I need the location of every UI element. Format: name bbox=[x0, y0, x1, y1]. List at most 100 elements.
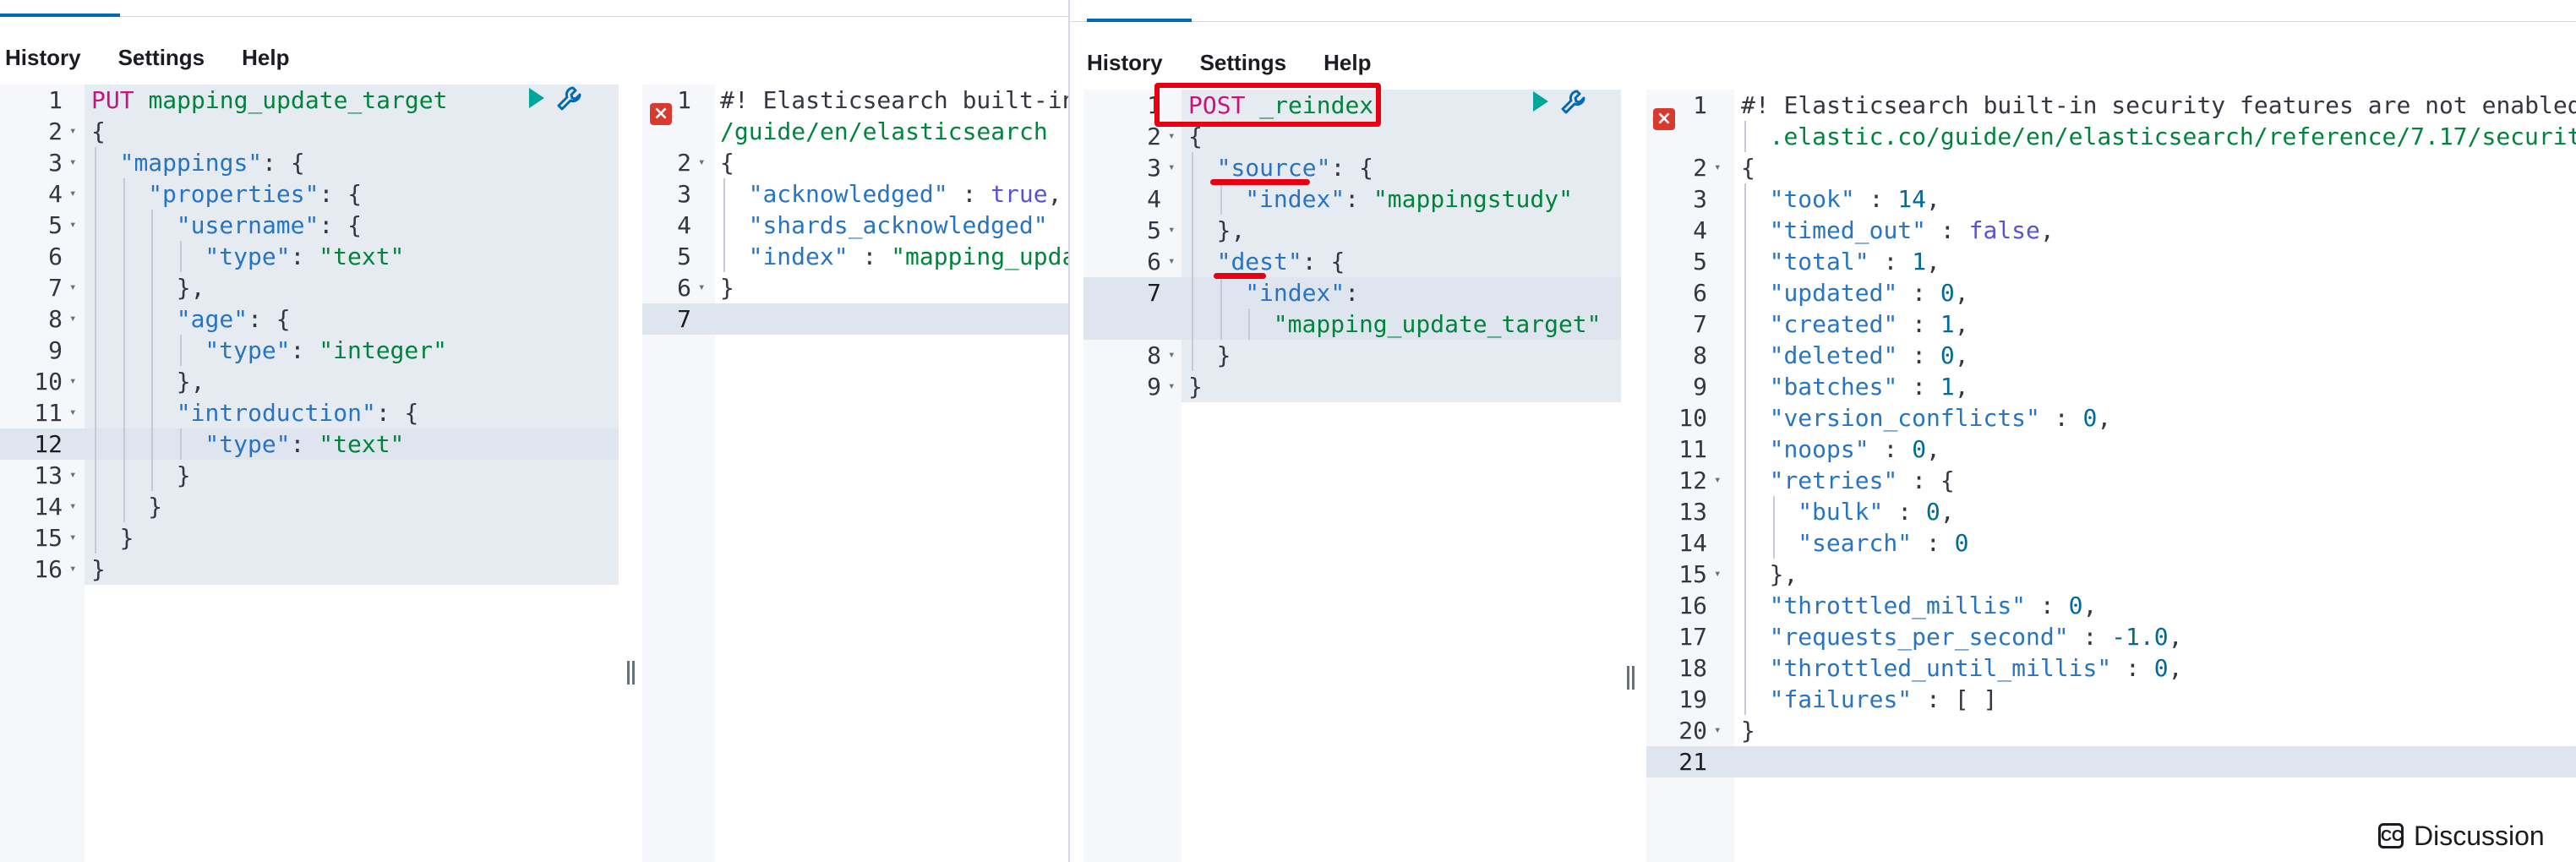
fold-toggle-icon[interactable]: ▾ bbox=[69, 147, 76, 178]
code-line[interactable]: 7 "created" : 1, bbox=[1646, 308, 2576, 340]
code-line[interactable]: 6 ▾} bbox=[642, 272, 1068, 303]
code-line[interactable]: 6 "type": "text" bbox=[0, 241, 619, 272]
request-editor[interactable]: 1 POST _reindex 2 ▾{3 ▾ "source": {4 "index": … bbox=[1083, 90, 1621, 862]
fold-toggle-icon[interactable]: ▾ bbox=[1168, 371, 1175, 402]
menu-history[interactable]: History bbox=[5, 45, 81, 71]
code-line[interactable]: 20 ▾} bbox=[1646, 715, 2576, 746]
code-line[interactable]: 4 ▾ "properties": { bbox=[0, 178, 619, 210]
code-line[interactable]: 8 "deleted" : 0, bbox=[1646, 340, 2576, 371]
code-line[interactable]: 7 ▾}, bbox=[0, 272, 619, 303]
code-line[interactable]: 5 ▾ "username": { bbox=[0, 210, 619, 241]
code-line[interactable]: 21 bbox=[1646, 746, 2576, 777]
code-line[interactable]: 4 "shards_acknowledged" bbox=[642, 210, 1068, 241]
code-line[interactable]: 1 PUT mapping_update_target bbox=[0, 85, 619, 116]
fold-toggle-icon[interactable]: ▾ bbox=[69, 554, 76, 585]
fold-toggle-icon[interactable]: ▾ bbox=[69, 272, 76, 303]
wrench-icon[interactable] bbox=[554, 85, 583, 113]
code-line[interactable]: 14 "search" : 0 bbox=[1646, 527, 2576, 559]
play-icon[interactable] bbox=[529, 88, 544, 108]
fold-toggle-icon[interactable]: ▾ bbox=[1714, 715, 1721, 746]
code-line[interactable]: 19 "failures" : [ ] bbox=[1646, 684, 2576, 715]
code-line[interactable]: 13 "bulk" : 0, bbox=[1646, 496, 2576, 527]
code-line[interactable]: 10 ▾}, bbox=[0, 366, 619, 397]
fold-toggle-icon[interactable]: ▾ bbox=[69, 303, 76, 335]
code-line[interactable]: 8 ▾ "age": { bbox=[0, 303, 619, 335]
code-line[interactable]: 6 "updated" : 0, bbox=[1646, 277, 2576, 308]
code-line[interactable]: 12 "type": "text" bbox=[0, 428, 619, 460]
fold-toggle-icon[interactable]: ▾ bbox=[1168, 215, 1175, 246]
code-line[interactable]: 5 "index" : "mapping_upda bbox=[642, 241, 1068, 272]
discussion-button[interactable]: CC Discussion bbox=[2355, 810, 2576, 862]
fold-toggle-icon[interactable]: ▾ bbox=[69, 460, 76, 491]
code-line[interactable]: 4 "index": "mappingstudy" bbox=[1083, 183, 1621, 215]
pane-resize-handle[interactable] bbox=[626, 661, 636, 685]
fold-toggle-icon[interactable]: ▾ bbox=[1714, 152, 1721, 183]
code-line[interactable]: 1 #! Elasticsearch built-in bbox=[642, 85, 1068, 116]
menu-settings[interactable]: Settings bbox=[1200, 50, 1287, 76]
fold-toggle-icon[interactable]: ▾ bbox=[698, 272, 705, 303]
code-line[interactable]: 2 ▾ { bbox=[1646, 152, 2576, 183]
fold-toggle-icon[interactable]: ▾ bbox=[1714, 559, 1721, 590]
code-line[interactable]: 15 ▾} bbox=[0, 522, 619, 554]
request-editor[interactable]: 1 PUT mapping_update_target 2 ▾{3 ▾ "mappings… bbox=[0, 85, 619, 862]
fold-toggle-icon[interactable]: ▾ bbox=[69, 522, 76, 554]
code-line[interactable]: 7 bbox=[642, 303, 1068, 335]
code-line[interactable]: 3 "acknowledged" : true, bbox=[642, 178, 1068, 210]
code-line[interactable]: 5 "total" : 1, bbox=[1646, 246, 2576, 277]
code-line[interactable]: 9 "type": "integer" bbox=[0, 335, 619, 366]
code-line[interactable]: 9 "batches" : 1, bbox=[1646, 371, 2576, 402]
code-line[interactable]: 2 ▾ { bbox=[642, 147, 1068, 178]
code-line[interactable]: 5 ▾}, bbox=[1083, 215, 1621, 246]
indent-guide bbox=[151, 303, 154, 335]
fold-toggle-icon[interactable]: ▾ bbox=[1168, 246, 1175, 277]
wrench-icon[interactable] bbox=[1558, 88, 1587, 117]
code-line[interactable]: 15 ▾}, bbox=[1646, 559, 2576, 590]
code-line[interactable]: 13 ▾} bbox=[0, 460, 619, 491]
play-icon[interactable] bbox=[1533, 91, 1548, 112]
code-line[interactable]: 16 ▾} bbox=[0, 554, 619, 585]
code-line[interactable]: 7 "index": bbox=[1083, 277, 1621, 308]
pane-resize-handle[interactable] bbox=[1626, 666, 1636, 690]
code-line[interactable]: .elastic.co/guide/en/elasticsearch/refer… bbox=[1646, 121, 2576, 152]
fold-toggle-icon[interactable]: ▾ bbox=[69, 116, 76, 147]
code-line[interactable]: 17 "requests_per_second" : -1.0, bbox=[1646, 621, 2576, 652]
code-line[interactable]: 2 ▾ { bbox=[0, 116, 619, 147]
indent-guide bbox=[95, 210, 96, 241]
menu-help[interactable]: Help bbox=[1323, 50, 1371, 76]
menu-settings[interactable]: Settings bbox=[118, 45, 205, 71]
fold-toggle-icon[interactable]: ▾ bbox=[1168, 340, 1175, 371]
fold-toggle-icon[interactable]: ▾ bbox=[698, 147, 705, 178]
code-line[interactable]: 3 "took" : 14, bbox=[1646, 183, 2576, 215]
code-line[interactable]: 12 ▾ "retries" : { bbox=[1646, 465, 2576, 496]
code-line[interactable]: 6 ▾ "dest": { bbox=[1083, 246, 1621, 277]
code-line[interactable]: 11 ▾ "introduction": { bbox=[0, 397, 619, 428]
indent-guide bbox=[1744, 246, 1746, 277]
fold-toggle-icon[interactable]: ▾ bbox=[1168, 152, 1175, 183]
fold-toggle-icon[interactable]: ▾ bbox=[69, 210, 76, 241]
code-line[interactable]: 3 ▾ "mappings": { bbox=[0, 147, 619, 178]
code-line[interactable]: 1 #! Elasticsearch built-in security feat… bbox=[1646, 90, 2576, 121]
code-line[interactable]: 16 "throttled_millis" : 0, bbox=[1646, 590, 2576, 621]
fold-toggle-icon[interactable]: ▾ bbox=[69, 178, 76, 210]
code-line[interactable]: 9 ▾} bbox=[1083, 371, 1621, 402]
menu-help[interactable]: Help bbox=[242, 45, 289, 71]
code-text: { bbox=[720, 149, 734, 177]
menu-history[interactable]: History bbox=[1087, 50, 1163, 76]
indent-guide bbox=[1744, 121, 1746, 152]
indent-guide bbox=[1192, 246, 1193, 277]
code-line[interactable]: 18 "throttled_until_millis" : 0, bbox=[1646, 652, 2576, 684]
code-line[interactable]: 14 ▾} bbox=[0, 491, 619, 522]
code-line[interactable]: 3 ▾ "source": { bbox=[1083, 152, 1621, 183]
fold-toggle-icon[interactable]: ▾ bbox=[1714, 465, 1721, 496]
code-text: "index": bbox=[1245, 279, 1360, 307]
indent-guide bbox=[95, 366, 96, 397]
code-line[interactable]: 4 "timed_out" : false, bbox=[1646, 215, 2576, 246]
fold-toggle-icon[interactable]: ▾ bbox=[69, 366, 76, 397]
code-line[interactable]: /guide/en/elasticsearch bbox=[642, 116, 1068, 147]
fold-toggle-icon[interactable]: ▾ bbox=[69, 397, 76, 428]
code-line[interactable]: "mapping_update_target" bbox=[1083, 308, 1621, 340]
code-line[interactable]: 10 "version_conflicts" : 0, bbox=[1646, 402, 2576, 434]
code-line[interactable]: 8 ▾} bbox=[1083, 340, 1621, 371]
code-line[interactable]: 11 "noops" : 0, bbox=[1646, 434, 2576, 465]
fold-toggle-icon[interactable]: ▾ bbox=[69, 491, 76, 522]
